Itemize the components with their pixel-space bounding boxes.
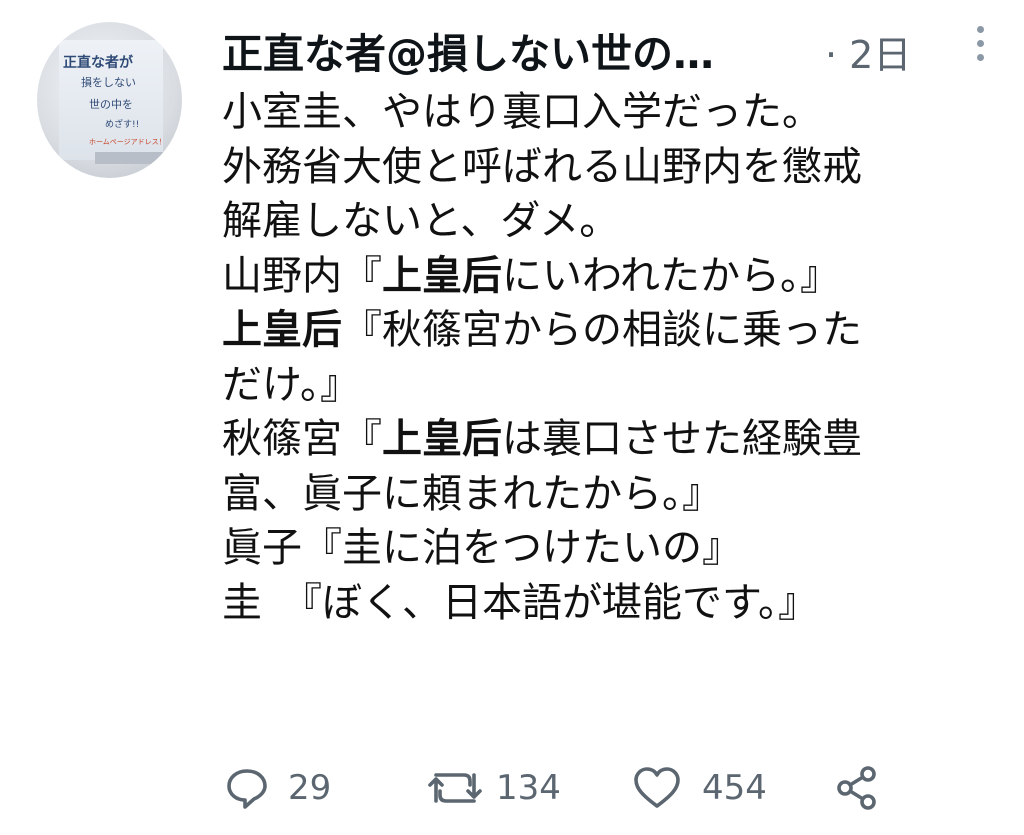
tweet-line: 眞子『圭に泊をつけたいの』 <box>222 521 1012 576</box>
avatar-text-3: 世の中を <box>89 98 133 111</box>
tweet-line: 富、眞子に頼まれたから。』 <box>222 467 1012 522</box>
tweet-text-bold-segment: 上皇后 <box>222 307 342 353</box>
tweet-text-segment: 眞子『圭に泊をつけたいの』 <box>222 525 742 571</box>
tweet-line: だけ。』 <box>222 358 1012 413</box>
timestamp[interactable]: · 2日 <box>825 24 911 79</box>
avatar-text-2: 損をしない <box>81 76 136 89</box>
author-name[interactable]: 正直な者@損しない世の… <box>222 20 714 80</box>
tweet-text-segment: 解雇しないと、ダメ。 <box>222 198 620 244</box>
tweet-line: 解雇しないと、ダメ。 <box>222 194 1012 249</box>
tweet-line: 山野内『上皇后にいわれたから。』 <box>222 249 1012 304</box>
retweet-button[interactable]: 134 <box>424 758 561 818</box>
avatar[interactable]: 正直な者が 損をしない 世の中を めざす!! ホームページアドレス！ <box>37 22 182 178</box>
heart-icon <box>634 767 680 808</box>
tweet-text-segment: 秋篠宮『 <box>222 416 382 462</box>
tweet-text-segment: にいわれたから。』 <box>502 252 840 299</box>
tweet-text-bold-segment: 上皇后 <box>382 416 502 462</box>
tweet-header: 正直な者@損しない世の… · 2日 <box>222 18 1002 78</box>
tweet-text-segment: は裏口させた経験豊 <box>502 416 862 462</box>
reply-count: 29 <box>288 768 332 808</box>
tweet-text-segment: だけ。』 <box>222 361 360 408</box>
share-icon <box>837 766 876 810</box>
avatar-bar <box>95 152 167 164</box>
share-button[interactable] <box>834 758 880 818</box>
tweet-text-segment: 富、眞子に頼まれたから。』 <box>222 470 722 517</box>
avatar-text-1: 正直な者が <box>63 55 133 71</box>
like-count: 454 <box>702 768 767 808</box>
tweet-text-bold-segment: 上皇后 <box>382 252 502 299</box>
tweet-line: 小室圭、やはり裏口入学だった。 <box>222 85 1012 140</box>
tweet-text-segment: 山野内『 <box>222 252 382 299</box>
tweet-line: 秋篠宮『上皇后は裏口させた経験豊 <box>222 412 1012 467</box>
tweet-text: 小室圭、やはり裏口入学だった。 外務省大使と呼ばれる山野内を懲戒 解雇しないと、ダメ… <box>222 85 1012 630</box>
action-bar: 29 134 454 <box>222 758 922 818</box>
avatar-text-4: めざす!! <box>105 120 140 130</box>
like-button[interactable]: 454 <box>632 758 767 818</box>
tweet-line: 圭 『ぼく、日本語が堪能です。』 <box>222 576 1012 631</box>
reply-icon <box>227 769 267 809</box>
tweet-text-segment: 小室圭、やはり裏口入学だった。 <box>222 89 822 135</box>
retweet-icon <box>428 773 482 803</box>
reply-button[interactable]: 29 <box>224 758 331 818</box>
tweet-text-segment: 圭 『ぼく、日本語が堪能です。』 <box>222 579 818 626</box>
more-vertical-icon[interactable] <box>968 26 992 70</box>
avatar-text-5: ホームページアドレス！ <box>89 138 166 146</box>
tweet-line: 上皇后『秋篠宮からの相談に乗った <box>222 303 1012 358</box>
tweet-line: 外務省大使と呼ばれる山野内を懲戒 <box>222 140 1012 195</box>
retweet-count: 134 <box>496 768 561 808</box>
tweet-text-segment: 外務省大使と呼ばれる山野内を懲戒 <box>222 143 862 190</box>
tweet-text-segment: 『秋篠宮からの相談に乗った <box>342 307 862 353</box>
